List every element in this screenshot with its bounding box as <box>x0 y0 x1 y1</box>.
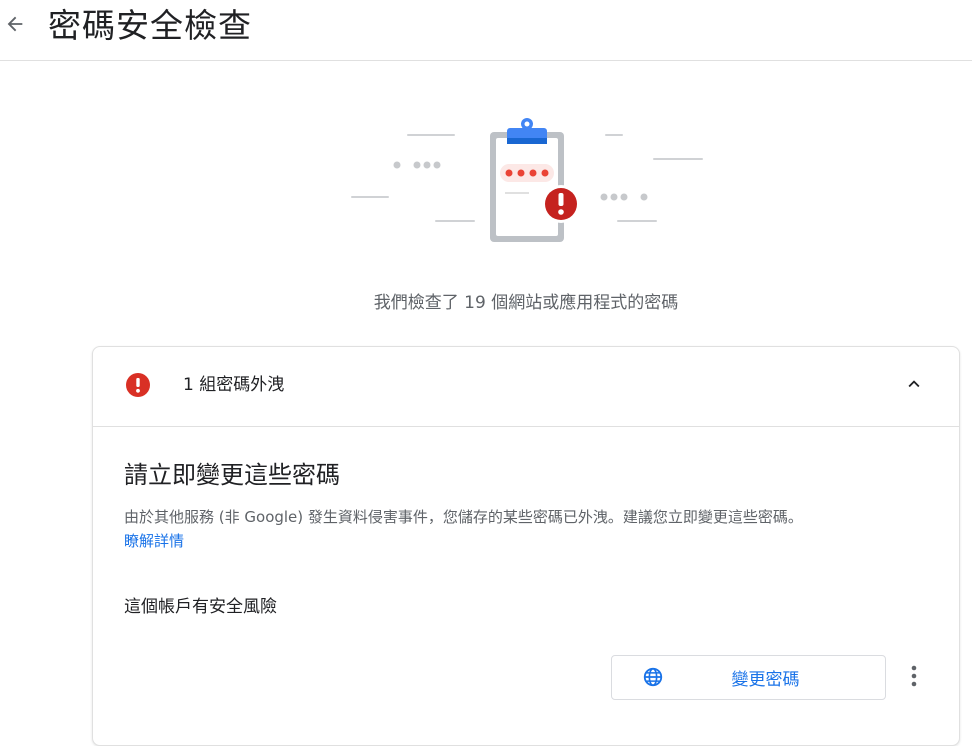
compromised-text: 組密碼外洩 <box>199 375 285 395</box>
section-title: 請立即變更這些密碼 <box>124 461 340 489</box>
alert-icon <box>125 372 151 398</box>
page-title: 密碼安全檢查 <box>48 6 252 45</box>
check-summary: 我們檢查了 19 個網站或應用程式的密碼 <box>373 293 679 313</box>
compromised-section-header[interactable]: 1 組密碼外洩 <box>93 347 959 427</box>
section-description: 由於其他服務 (非 Google) 發生資料侵害事件，您儲存的某些密碼已外洩。建… <box>124 508 803 526</box>
more-vert-icon <box>910 664 918 692</box>
password-check-illustration <box>345 112 715 252</box>
change-password-button[interactable]: 變更密碼 <box>611 655 886 700</box>
more-options-button[interactable] <box>901 663 927 693</box>
compromised-passwords-card: 1 組密碼外洩 請立即變更這些密碼 由於其他服務 (非 Google) 發生資料… <box>92 346 960 746</box>
learn-more-link[interactable]: 瞭解詳情 <box>124 529 184 553</box>
chevron-up-icon[interactable] <box>903 373 925 395</box>
compromised-count: 1 <box>183 375 194 395</box>
back-button[interactable] <box>0 6 30 46</box>
arrow-back-icon <box>4 13 26 39</box>
change-password-label: 變更密碼 <box>731 670 800 690</box>
account-risk-text: 這個帳戶有安全風險 <box>124 597 277 617</box>
compromised-count-label: 1 組密碼外洩 <box>183 372 284 398</box>
top-bar: 密碼安全檢查 <box>0 0 972 61</box>
